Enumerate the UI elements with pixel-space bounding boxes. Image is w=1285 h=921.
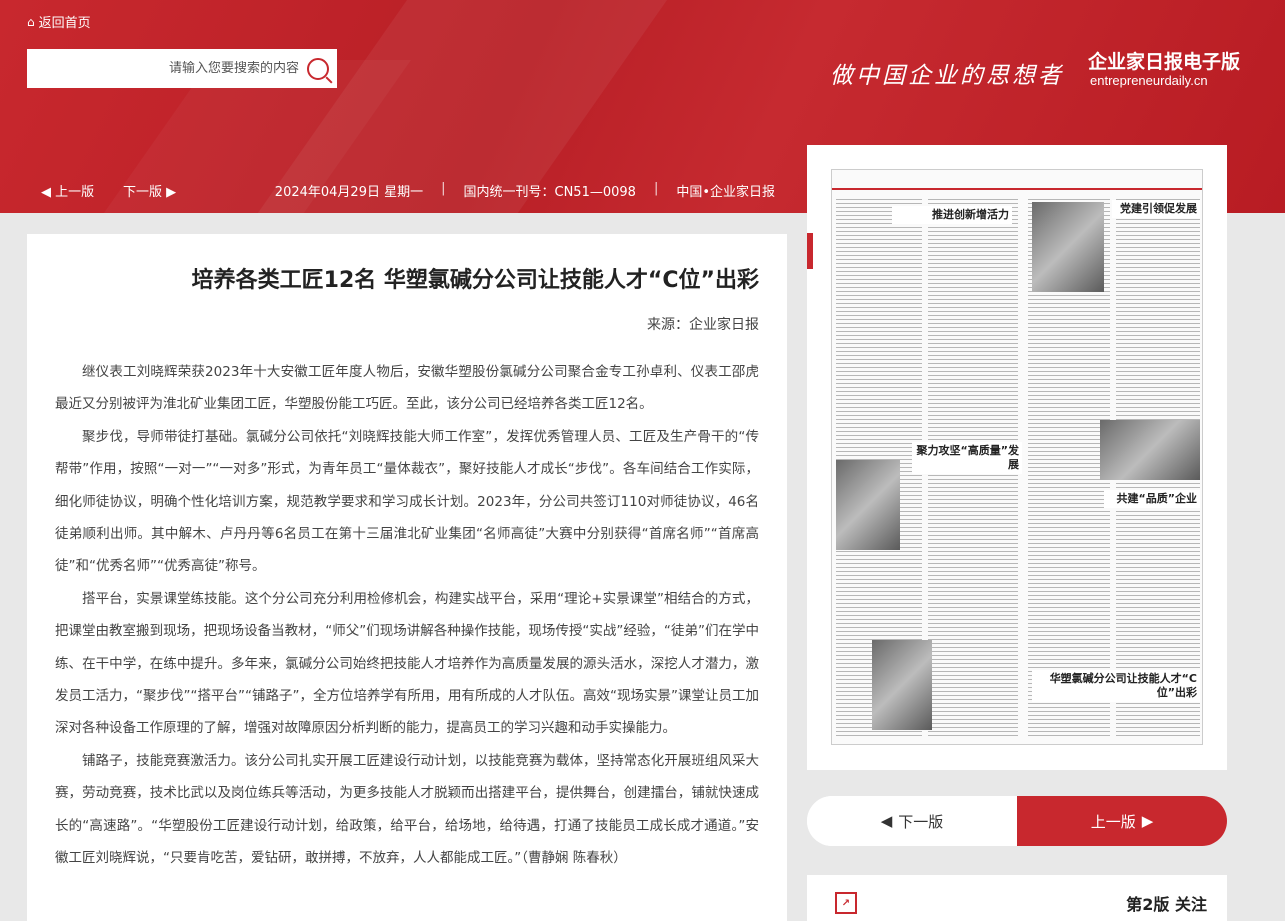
article-paragraph: 铺路子，技能竞赛激活力。该分公司扎实开展工匠建设行动计划，以技能竞赛为载体，坚持… [55,752,759,867]
newspaper-headline: 推进创新增活力 [892,206,1012,224]
caret-right-icon: ▶ [1141,812,1154,830]
home-icon: ⌂ [27,14,35,29]
photo [872,640,932,730]
prev-page-link-top[interactable]: ◀ 上一版 [41,181,94,200]
home-link[interactable]: ⌂ 返回首页 [27,12,91,32]
issue-info: 2024年04月29日 星期一 | 国内统一刊号：CN51—0098 | 中国•… [275,181,775,200]
issue-code: 国内统一刊号：CN51—0098 [463,185,636,200]
active-marker [807,233,813,269]
next-page-link-top[interactable]: 下一版 ▶ [123,181,176,200]
page-list: ↗ 第2版 关注 [807,875,1227,921]
divider: | [441,181,446,196]
page-nav: ◀ 下一版 上一版 ▶ [807,796,1227,846]
newspaper-page-card: 党建引领促发展 推进创新增活力 共建“品质”企业 聚力攻坚“高质量”发展 华塑氯… [807,145,1227,770]
photo [1032,202,1104,292]
issue-info-bar: ◀ 上一版 下一版 ▶ 2024年04月29日 星期一 | 国内统一刊号：CN5… [27,168,787,213]
article-source: 来源：企业家日报 [647,317,759,333]
newspaper-page-thumbnail[interactable]: 党建引领促发展 推进创新增活力 共建“品质”企业 聚力攻坚“高质量”发展 华塑氯… [831,169,1203,745]
article-paragraph: 聚步伐，导师带徒打基础。氯碱分公司依托“刘晓辉技能大师工作室”，发挥优秀管理人员… [55,428,759,575]
paper-name: 中国•企业家日报 [676,185,775,200]
divider: | [653,181,659,196]
caret-left-icon: ◀ [880,812,893,830]
newspaper-masthead [832,170,1202,190]
prev-page-button[interactable]: 上一版 ▶ [1017,796,1227,846]
newspaper-headline: 华塑氯碱分公司让技能人才“C位”出彩 [1032,670,1200,702]
article-body: 继仪表工刘晓辉荣获2023年十大安徽工匠年度人物后，安徽华塑股份氯碱分公司聚合金… [55,356,759,875]
article-card: 培养各类工匠12名 华塑氯碱分公司让技能人才“C位”出彩 来源：企业家日报 继仪… [27,234,787,921]
newspaper-headline: 共建“品质”企业 [1104,490,1200,508]
caret-right-icon: ▶ [166,185,177,200]
newspaper-headline: 党建引领促发展 [1112,200,1200,218]
issue-date: 2024年04月29日 星期一 [274,185,424,200]
search-box [27,49,337,88]
page-list-item[interactable]: ↗ 第2版 关注 [807,875,1227,921]
newspaper-headline: 聚力攻坚“高质量”发展 [912,442,1022,474]
brand-title: 企业家日报电子版 [1088,51,1241,73]
caret-left-icon: ◀ [41,185,51,200]
article-title: 培养各类工匠12名 华塑氯碱分公司让技能人才“C位”出彩 [191,268,759,293]
photo [1100,420,1200,480]
slogan: 做中国企业的思想者 [830,63,1064,89]
page-list-item-label: 第2版 关注 [1126,895,1207,914]
next-page-button[interactable]: ◀ 下一版 [807,796,1017,846]
brand-subtitle: entrepreneurdaily.cn [1090,73,1208,88]
search-input[interactable] [69,61,299,76]
home-link-label: 返回首页 [38,16,91,31]
photo [836,460,900,550]
search-icon[interactable] [307,57,329,80]
pdf-icon[interactable]: ↗ [835,892,857,914]
article-paragraph: 继仪表工刘晓辉荣获2023年十大安徽工匠年度人物后，安徽华塑股份氯碱分公司聚合金… [55,364,759,413]
article-paragraph: 搭平台，实景课堂练技能。这个分公司充分利用检修机会，构建实战平台，采用“理论+实… [55,590,759,737]
